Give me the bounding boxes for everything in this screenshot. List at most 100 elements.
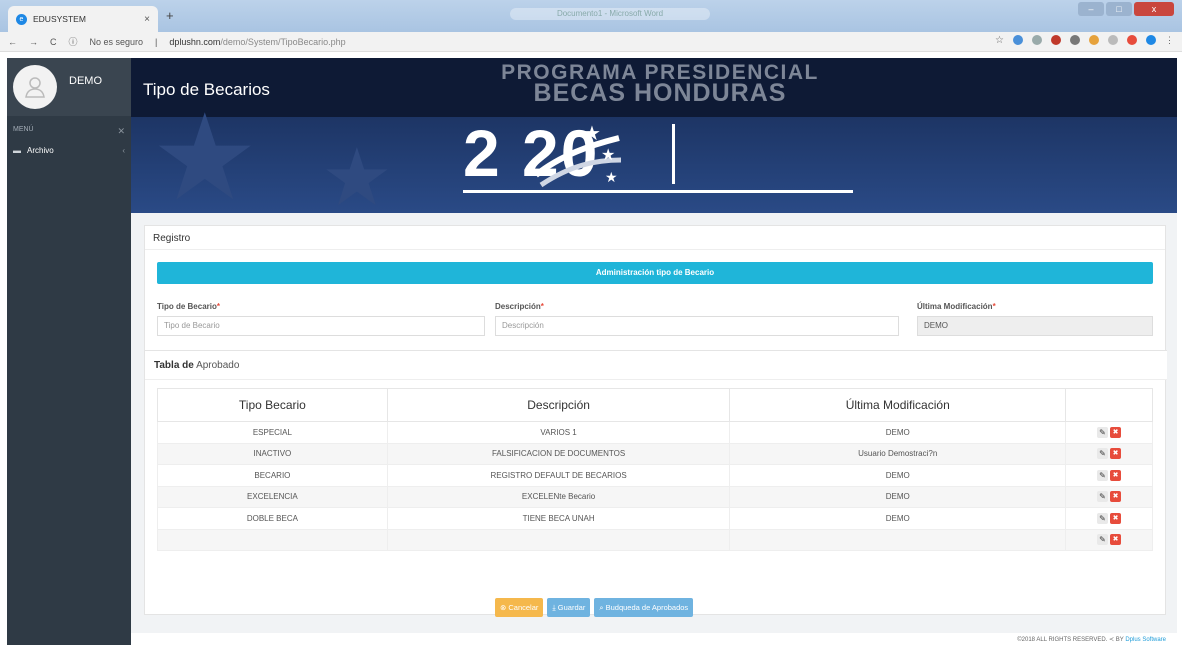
url-host: dplushn.com <box>169 36 221 47</box>
info-icon: ⓘ <box>68 37 78 47</box>
url-text[interactable]: dplushn.com/demo/System/TipoBecario.php <box>169 37 345 47</box>
header-banner: ★ ★ Tipo de Becarios PROGRAMA PRESIDENCI… <box>131 58 1177 222</box>
panel-title: Registro <box>145 226 1165 250</box>
main-content: Registro Administración tipo de Becario … <box>131 213 1177 633</box>
share-icon: ≺ <box>1109 637 1116 643</box>
table-row: ✎ ✖ <box>157 528 1153 551</box>
star-decoration-icon: ★ <box>151 91 259 225</box>
table-row: BECARIO REGISTRO DEFAULT DE BECARIOS DEMO … <box>157 464 1153 487</box>
sidebar-item-label: Archivo <box>27 146 54 155</box>
delete-icon[interactable]: ✖ <box>1110 534 1122 546</box>
form-actions: ⊗ Cancelar ⤓ Guardar ⌕ Budqueda de Aprob… <box>495 598 694 617</box>
program-title: PROGRAMA PRESIDENCIAL BECAS HONDURAS <box>460 62 860 107</box>
descripcion-input[interactable]: Descripción <box>495 316 899 336</box>
edit-icon[interactable]: ✎ <box>1097 512 1109 524</box>
bookmark-star-icon[interactable]: ☆ <box>995 35 1004 46</box>
delete-icon[interactable]: ✖ <box>1110 491 1122 503</box>
security-label: No es seguro <box>89 36 144 47</box>
tools-icon[interactable]: ✕ <box>117 126 125 137</box>
delete-icon[interactable]: ✖ <box>1110 448 1122 460</box>
page-title: Tipo de Becarios <box>143 80 270 99</box>
svg-text:★: ★ <box>583 121 601 145</box>
delete-icon[interactable]: ✖ <box>1110 469 1122 481</box>
folder-icon: ▬ <box>13 146 21 155</box>
extension-icon[interactable] <box>1070 35 1080 45</box>
browser-tab-strip: e EDUSYSTEM × + Documento1 - Microsoft W… <box>0 0 1182 32</box>
chevron-left-icon: ‹ <box>122 146 125 155</box>
window-controls: – □ x <box>1078 2 1174 16</box>
save-button[interactable]: ⤓ Guardar <box>547 598 591 617</box>
forward-icon[interactable]: → <box>29 37 38 47</box>
table-header-row: Tipo Becario Descripción Última Modifica… <box>157 388 1153 422</box>
registro-panel: Registro Administración tipo de Becario … <box>144 225 1167 617</box>
logo-underline <box>463 190 853 193</box>
delete-icon[interactable]: ✖ <box>1110 426 1122 438</box>
descripcion-field: Descripción* Descripción <box>495 302 899 336</box>
close-window-button[interactable]: x <box>1134 2 1174 16</box>
swoosh-stars-icon: ★ ★ ★ <box>534 121 622 188</box>
company-link[interactable]: Dplus Software <box>1125 637 1166 643</box>
column-header <box>1065 388 1153 422</box>
tipo-becario-input[interactable]: Tipo de Becario <box>157 316 485 336</box>
tab-title: EDUSYSTEM <box>33 14 86 24</box>
user-name: DEMO <box>69 75 102 87</box>
menu-dots-icon[interactable]: ⋮ <box>1165 35 1174 46</box>
reload-icon[interactable]: C <box>50 37 57 47</box>
extension-icon[interactable] <box>1127 35 1137 45</box>
url-path: /demo/System/TipoBecario.php <box>220 36 346 47</box>
footer: ©2018 ALL RIGHTS RESERVED. ≺ BY Dplus So… <box>1017 637 1166 643</box>
logo-divider <box>672 124 675 184</box>
column-header[interactable]: Tipo Becario <box>157 388 388 422</box>
column-header[interactable]: Última Modificación <box>729 388 1067 422</box>
table-section-title: Tabla de Aprobado <box>145 350 1167 380</box>
cancel-button[interactable]: ⊗ Cancelar <box>495 598 544 617</box>
extension-icon[interactable] <box>1013 35 1023 45</box>
delete-icon[interactable]: ✖ <box>1110 512 1122 524</box>
search-button[interactable]: ⌕ Budqueda de Aprobados <box>594 598 694 617</box>
extension-icons: ☆ ⋮ <box>995 35 1174 46</box>
maximize-button[interactable]: □ <box>1106 2 1132 16</box>
tipo-becario-field: Tipo de Becario* Tipo de Becario <box>157 302 485 336</box>
table-row: EXCELENCIA EXCELENte Becario DEMO ✎ ✖ <box>157 485 1153 508</box>
user-icon <box>25 77 45 98</box>
table-row: DOBLE BECA TIENE BECA UNAH DEMO ✎ ✖ <box>157 507 1153 530</box>
svg-text:★: ★ <box>601 145 615 164</box>
favicon-icon: e <box>16 13 27 25</box>
program-line-2: BECAS HONDURAS <box>533 79 787 107</box>
browser-tab[interactable]: e EDUSYSTEM × <box>8 6 158 32</box>
close-tab-icon[interactable]: × <box>144 14 150 25</box>
extension-icon[interactable] <box>1089 35 1099 45</box>
edit-icon[interactable]: ✎ <box>1097 426 1109 438</box>
column-header[interactable]: Descripción <box>386 388 731 422</box>
profile-icon[interactable] <box>1146 35 1156 45</box>
field-label: Descripción* <box>495 302 544 311</box>
aprobado-table: Tipo Becario Descripción Última Modifica… <box>157 388 1153 551</box>
divider: | <box>155 36 158 47</box>
field-label: Última Modificación* <box>917 302 996 311</box>
edit-icon[interactable]: ✎ <box>1097 448 1109 460</box>
extension-icon[interactable] <box>1051 35 1061 45</box>
page-edge <box>0 52 7 645</box>
field-label: Tipo de Becario* <box>157 302 220 311</box>
ultima-modificacion-field: Última Modificación* DEMO <box>917 302 1153 336</box>
ultima-modificacion-input: DEMO <box>917 316 1153 336</box>
edit-icon[interactable]: ✎ <box>1097 469 1109 481</box>
menu-label: MENÚ <box>13 126 34 133</box>
admin-title-bar: Administración tipo de Becario <box>157 262 1153 284</box>
extension-icon[interactable] <box>1108 35 1118 45</box>
menu-header: MENÚ ✕ <box>7 116 131 137</box>
back-icon[interactable]: ← <box>8 37 17 47</box>
table-row: INACTIVO FALSIFICACION DE DOCUMENTOS Usuar… <box>157 442 1153 465</box>
new-tab-button[interactable]: + <box>166 8 174 23</box>
edit-icon[interactable]: ✎ <box>1097 534 1109 546</box>
edit-icon[interactable]: ✎ <box>1097 491 1109 503</box>
user-panel: DEMO <box>7 58 131 116</box>
address-bar: ← → C ⓘ No es seguro | dplushn.com/demo/… <box>0 32 1182 52</box>
registro-form: Tipo de Becario* Tipo de Becario Descrip… <box>157 302 1153 342</box>
avatar <box>13 65 57 109</box>
extension-icon[interactable] <box>1032 35 1042 45</box>
svg-text:★: ★ <box>605 170 618 186</box>
minimize-button[interactable]: – <box>1078 2 1104 16</box>
sidebar-item-archivo[interactable]: ▬ Archivo ‹ <box>7 137 131 164</box>
table-row: ESPECIAL VARIOS 1 DEMO ✎ ✖ <box>157 421 1153 444</box>
